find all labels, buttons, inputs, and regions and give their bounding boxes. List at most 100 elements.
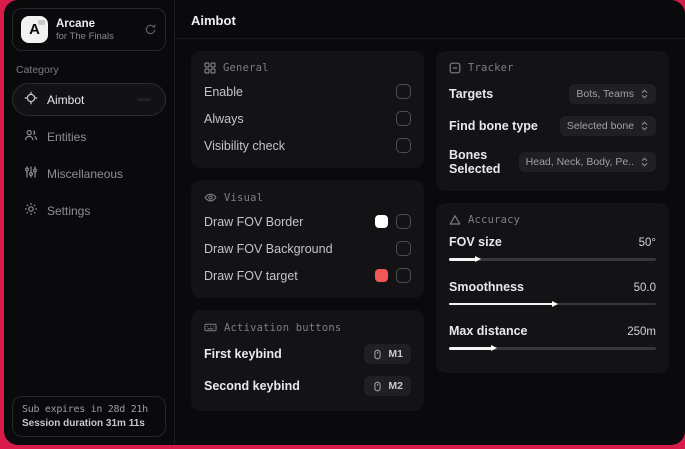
page-header: Aimbot [175,0,685,39]
reload-icon[interactable] [144,23,157,36]
max-distance-value: 250m [627,326,656,338]
keybind-value: M2 [388,380,403,392]
fov-size-slider[interactable] [449,256,656,263]
control-group [375,268,411,283]
brand-text: Arcane for The Finals [56,18,136,42]
keybind-value: M1 [388,348,403,360]
fov-background-checkbox[interactable] [396,241,411,256]
setting-label: Bones Selected [449,148,501,176]
setting-row-always: Always [204,105,411,132]
fov-target-color-swatch[interactable] [375,269,388,282]
setting-row-second-keybind: Second keybind M2 [204,370,411,402]
dropdown-value: Bots, Teams [576,88,634,100]
sidebar-item-settings[interactable]: Settings [12,194,166,227]
grid-icon [204,62,216,74]
activation-card-header: Activation buttons [204,321,411,334]
subscription-card: Sub expires in 28d 21h Session duration … [12,396,166,437]
setting-label: Draw FOV target [204,268,298,283]
sidebar-item-label: Entities [47,129,87,144]
keyboard-icon [204,323,217,332]
smoothness-group: Smoothness 50.0 [449,275,656,320]
desktop-background: A Arcane for The Finals Category Aimbot [0,0,685,449]
chevron-up-down-icon [641,157,648,167]
always-checkbox[interactable] [396,111,411,126]
setting-row-fov-target: Draw FOV target [204,262,411,289]
slider-fill [449,300,558,307]
app-window: A Arcane for The Finals Category Aimbot [4,0,685,445]
tracker-card: Tracker Targets Bots, Teams Find bone ty… [436,51,669,191]
fov-border-color-swatch[interactable] [375,215,388,228]
mouse-icon [374,349,381,359]
eye-icon [204,193,217,202]
sub-expiry-text: Sub expires in 28d 21h [22,404,148,415]
category-label: Category [16,64,59,76]
main-content: Aimbot General Enable Always Visibility … [175,0,685,445]
sidebar-item-label: Aimbot [47,92,85,107]
setting-row-find-bone-type: Find bone type Selected bone [449,110,656,142]
visibility-check-checkbox[interactable] [396,138,411,153]
card-title: Activation buttons [224,321,342,334]
control-group [375,214,411,229]
setting-row-enable: Enable [204,78,411,105]
sidebar-item-label: Settings [47,203,91,218]
fov-border-checkbox[interactable] [396,214,411,229]
max-distance-slider[interactable] [449,345,656,352]
max-distance-group: Max distance 250m [449,319,656,364]
setting-label: Second keybind [204,379,300,393]
crosshair-icon [24,91,38,108]
triangle-icon [449,215,461,225]
sidebar-item-aimbot[interactable]: Aimbot [12,83,166,116]
smoothness-slider[interactable] [449,300,656,307]
bones-selected-dropdown[interactable]: Head, Neck, Body, Pe.. [518,152,656,172]
setting-label: Visibility check [204,138,286,153]
mouse-icon [374,381,381,391]
find-bone-type-dropdown[interactable]: Selected bone [559,116,656,136]
visual-card: Visual Draw FOV Border Draw FOV Backgrou… [191,180,424,298]
setting-row-first-keybind: First keybind M1 [204,338,411,370]
gear-icon [24,202,38,219]
card-title: Visual [224,191,264,204]
card-title: Accuracy [468,214,521,226]
slider-thumb[interactable] [491,345,498,352]
visual-card-header: Visual [204,191,411,204]
sidebar-nav: Aimbot Entities Miscellaneous Settings [12,83,166,227]
sidebar-item-entities[interactable]: Entities [12,120,166,153]
fov-target-checkbox[interactable] [396,268,411,283]
fov-size-value: 50° [638,237,656,249]
slider-thumb[interactable] [474,256,481,263]
dropdown-value: Head, Neck, Body, Pe.. [525,156,634,168]
content-columns: General Enable Always Visibility check V… [175,39,685,423]
chevron-up-down-icon [641,89,648,99]
setting-row-fov-border: Draw FOV Border [204,208,411,235]
card-title: Tracker [468,62,514,74]
accuracy-card: Accuracy FOV size 50° Smoothness 50.0 Ma… [436,203,669,373]
brand-card: A Arcane for The Finals [12,8,166,51]
slider-thumb[interactable] [551,300,558,307]
slider-fill [449,345,498,352]
sidebar-item-miscellaneous[interactable]: Miscellaneous [12,157,166,190]
sidebar: A Arcane for The Finals Category Aimbot [4,0,175,445]
smoothness-value: 50.0 [633,281,656,294]
enable-checkbox[interactable] [396,84,411,99]
slider-header: FOV size 50° [449,235,656,249]
slider-label: Max distance [449,324,528,338]
slider-label: Smoothness [449,279,525,294]
targets-dropdown[interactable]: Bots, Teams [569,84,656,104]
general-card: General Enable Always Visibility check [191,51,424,168]
setting-label: Find bone type [449,119,538,133]
setting-label: Enable [204,84,243,99]
slider-header: Smoothness 50.0 [449,280,656,294]
activation-buttons-card: Activation buttons First keybind M1 Seco… [191,310,424,411]
right-column: Tracker Targets Bots, Teams Find bone ty… [436,51,669,373]
left-column: General Enable Always Visibility check V… [191,51,424,411]
first-keybind-button[interactable]: M1 [364,344,411,364]
setting-row-visibility-check: Visibility check [204,132,411,159]
setting-label: Draw FOV Border [204,214,304,229]
sliders-icon [24,165,38,182]
second-keybind-button[interactable]: M2 [364,376,411,396]
page-title: Aimbot [191,13,236,28]
entities-icon [24,128,38,145]
sidebar-item-label: Miscellaneous [47,166,124,181]
aimbot-keybind-hint [137,98,151,101]
scan-icon [449,62,461,74]
